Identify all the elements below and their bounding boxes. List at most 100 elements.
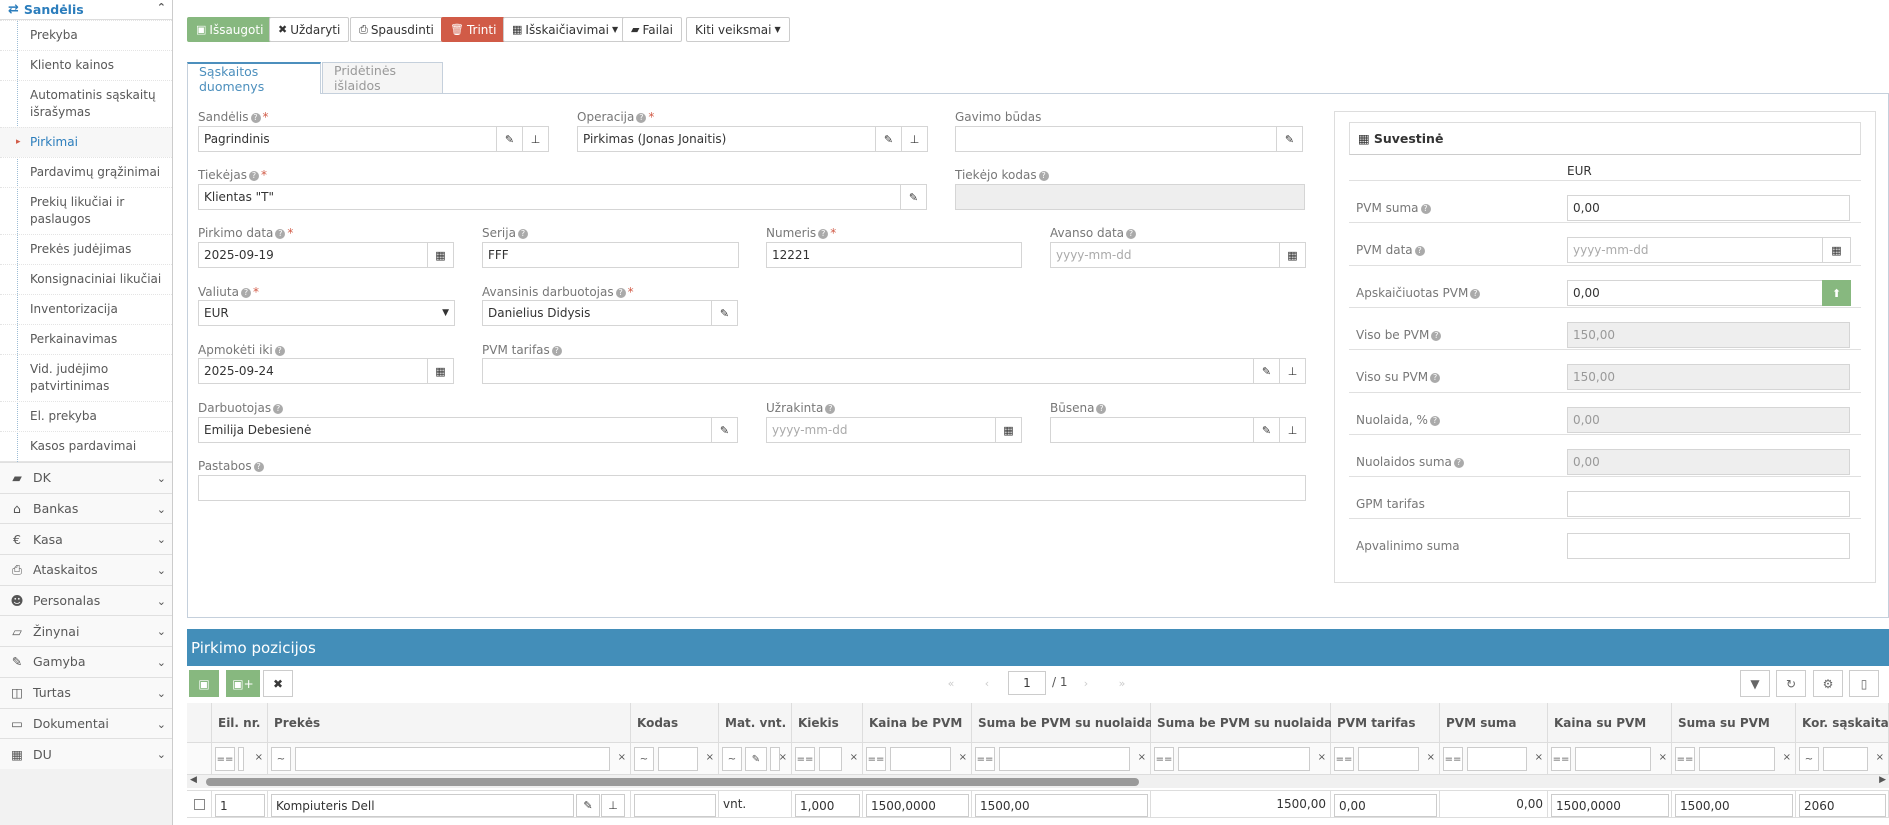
pin-status-button[interactable]: ⊥ [1279, 417, 1306, 443]
sidebar-item-konsignaciniai[interactable]: Konsignaciniai likučiai [0, 264, 172, 294]
sidebar-main-gamyba[interactable]: ✎ Gamyba ⌄ [0, 646, 172, 677]
filter-operator[interactable]: == [795, 747, 815, 771]
advance-employee-field[interactable]: Danielius Didysis [482, 300, 712, 326]
pay-until-field[interactable]: 2025-09-24 [198, 358, 428, 384]
cell-value[interactable]: 1500,0000 [866, 794, 969, 817]
sidebar-item-grazinimai[interactable]: Pardavimų grąžinimai [0, 157, 172, 187]
clear-filter-icon[interactable]: × [1138, 752, 1146, 763]
prev-page-button[interactable]: ‹ [972, 670, 1002, 697]
other-actions-dropdown[interactable]: Kiti veiksmai ▼ [686, 17, 790, 42]
edit-receipt-button[interactable]: ✎ [1276, 126, 1303, 152]
summary-value-field[interactable]: 0,00 [1567, 280, 1823, 306]
pin-operation-button[interactable]: ⊥ [901, 126, 928, 152]
filter-operator[interactable]: == [1551, 747, 1571, 771]
filter-operator[interactable]: == [866, 747, 886, 771]
calendar-button[interactable]: ▦ [995, 417, 1022, 443]
operation-field[interactable]: Pirkimas (Jonas Jonaitis) [577, 126, 876, 152]
grid-header-cell[interactable]: PVM suma [1440, 703, 1548, 742]
sidebar-main-bankas[interactable]: ⌂ Bankas ⌄ [0, 492, 172, 524]
number-field[interactable]: 12221 [766, 242, 1022, 268]
grid-header-cell[interactable]: Eil. nr. [212, 703, 268, 742]
apply-vat-button[interactable]: ⬆ [1822, 280, 1851, 306]
first-page-button[interactable]: « [936, 670, 966, 697]
filter-operator[interactable]: == [975, 747, 995, 771]
cell-value[interactable]: 1 [215, 794, 265, 817]
sidebar-section-sandelis[interactable]: ⇄ Sandėlis ⌃ [0, 0, 172, 20]
cell-value[interactable]: 1500,00 [1675, 794, 1793, 817]
grid-header-cell[interactable]: Mat. vnt. [719, 703, 792, 742]
clear-filter-icon[interactable]: × [618, 752, 626, 763]
sidebar-item-perkainavimas[interactable]: Perkainavimas [0, 324, 172, 354]
sidebar-main-dokumentai[interactable]: ▭ Dokumentai ⌄ [0, 707, 172, 739]
sidebar-item-inventorizacija[interactable]: Inventorizacija [0, 294, 172, 324]
status-field[interactable] [1050, 417, 1254, 443]
page-input[interactable]: 1 [1008, 671, 1046, 695]
clear-filter-icon[interactable]: × [1318, 752, 1326, 763]
grid-header-cell[interactable]: Suma su PVM [1672, 703, 1796, 742]
grid-header-cell[interactable]: PVM tarifas [1331, 703, 1440, 742]
edit-advance-employee-button[interactable]: ✎ [711, 300, 738, 326]
filter-input[interactable] [1467, 747, 1527, 771]
calendar-button[interactable]: ▦ [1822, 237, 1851, 263]
filter-input[interactable] [999, 747, 1130, 771]
filter-button[interactable]: ▼ [1740, 670, 1770, 697]
edit-operation-button[interactable]: ✎ [875, 126, 902, 152]
series-field[interactable]: FFF [482, 242, 739, 268]
clear-filter-icon[interactable]: × [1535, 752, 1543, 763]
cell-value[interactable] [634, 794, 716, 817]
sidebar-main-kasa[interactable]: € Kasa ⌄ [0, 523, 172, 555]
sidebar-item-likuciai[interactable]: Prekių likučiai ir paslaugos [0, 187, 172, 234]
filter-operator[interactable]: == [1443, 747, 1463, 771]
employee-field[interactable]: Emilija Debesienė [198, 417, 712, 443]
grid-header-cell[interactable]: Kaina be PVM [863, 703, 972, 742]
filter-input[interactable] [1358, 747, 1419, 771]
summary-value-field[interactable]: 0,00 [1567, 195, 1850, 221]
summary-value-field[interactable]: yyyy-mm-dd [1567, 237, 1823, 263]
sidebar-item-kasos[interactable]: Kasos pardavimai [0, 431, 172, 461]
notes-field[interactable] [198, 475, 1306, 501]
warehouse-field[interactable]: Pagrindinis [198, 126, 497, 152]
cell-value[interactable]: 1500,0000 [1551, 794, 1669, 817]
clear-filter-icon[interactable]: × [959, 752, 967, 763]
clear-filter-icon[interactable]: × [1783, 752, 1791, 763]
grid-header-cell[interactable]: Kor. sąskaita [1796, 703, 1889, 742]
currency-select[interactable]: EUR ▼ [198, 300, 455, 326]
grid-header-cell[interactable]: Kaina su PVM [1548, 703, 1672, 742]
filter-operator[interactable]: == [1334, 747, 1354, 771]
sidebar-main-turtas[interactable]: ◫ Turtas ⌄ [0, 676, 172, 708]
filter-edit-button[interactable]: ✎ [745, 747, 767, 771]
supplier-field[interactable]: Klientas "T" [198, 184, 901, 210]
edit-employee-button[interactable]: ✎ [711, 417, 738, 443]
sidebar-item-el-prekyba[interactable]: El. prekyba [0, 401, 172, 431]
tab-extra-costs[interactable]: Pridėtinės išlaidos [322, 62, 443, 94]
grid-scrollbar[interactable]: ◀ ▶ [187, 774, 1889, 788]
cell-value[interactable]: Kompiuteris Dell [271, 794, 574, 817]
filter-operator[interactable]: == [1675, 747, 1695, 771]
grid-cancel-button[interactable]: ✖ [263, 670, 293, 697]
clear-filter-icon[interactable]: × [779, 752, 787, 763]
files-button[interactable]: ▰ Failai [622, 17, 682, 42]
calendar-button[interactable]: ▦ [427, 242, 454, 268]
summary-value-field[interactable] [1567, 533, 1850, 559]
sidebar-item-vid-judejimas[interactable]: Vid. judėjimo patvirtinimas [0, 354, 172, 401]
vat-rate-field[interactable] [482, 358, 1254, 384]
sidebar-main-ataskaitos[interactable]: ⎙ Ataskaitos ⌄ [0, 554, 172, 585]
filter-operator[interactable]: ~ [271, 747, 291, 771]
grid-header-cell[interactable]: Suma be PVM su nuolaida, € [1151, 703, 1349, 742]
calc-dropdown[interactable]: ▦ Išskaičiavimai ▼ [503, 17, 628, 42]
row-checkbox[interactable] [194, 799, 205, 810]
grid-header-cell[interactable]: Suma be PVM su nuolaida [972, 703, 1153, 742]
filter-input[interactable] [1178, 747, 1310, 771]
tab-invoice-data[interactable]: Sąskaitos duomenys [187, 62, 321, 94]
clear-filter-icon[interactable]: × [850, 752, 858, 763]
settings-button[interactable]: ⚙ [1813, 670, 1843, 697]
print-button[interactable]: ⎙ Spausdinti [350, 17, 443, 42]
scrollbar-thumb[interactable] [206, 778, 1139, 786]
filter-operator[interactable]: == [1154, 747, 1174, 771]
pin-item-button[interactable]: ⊥ [601, 794, 625, 817]
sidebar-main-zinynai[interactable]: ▱ Žinynai ⌄ [0, 615, 172, 647]
clear-filter-icon[interactable]: × [706, 752, 714, 763]
pin-warehouse-button[interactable]: ⊥ [522, 126, 549, 152]
sidebar-item-prekyba[interactable]: Prekyba [0, 20, 172, 50]
calendar-button[interactable]: ▦ [1279, 242, 1306, 268]
